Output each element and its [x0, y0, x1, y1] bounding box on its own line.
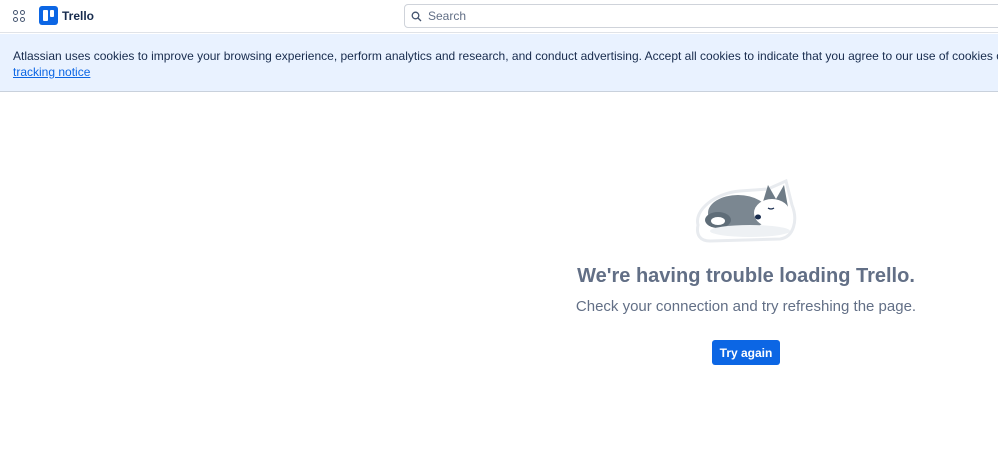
- tracking-notice-link[interactable]: tracking notice: [13, 65, 90, 79]
- cookie-text: Atlassian uses cookies to improve your b…: [13, 49, 998, 63]
- error-subtitle: Check your connection and try refreshing…: [575, 298, 917, 315]
- brand-name[interactable]: Trello: [62, 9, 94, 23]
- top-nav: Trello: [0, 0, 998, 33]
- error-title: We're having trouble loading Trello.: [577, 265, 915, 287]
- try-again-button[interactable]: Try again: [712, 340, 780, 365]
- search-icon: [411, 11, 422, 21]
- app-switcher-icon[interactable]: [13, 10, 25, 22]
- trello-logo-icon[interactable]: [39, 6, 58, 25]
- cookie-banner: Atlassian uses cookies to improve your b…: [0, 34, 998, 92]
- search-input[interactable]: [428, 9, 928, 23]
- search-box[interactable]: [404, 4, 998, 28]
- sleeping-husky-illustration: [696, 178, 797, 243]
